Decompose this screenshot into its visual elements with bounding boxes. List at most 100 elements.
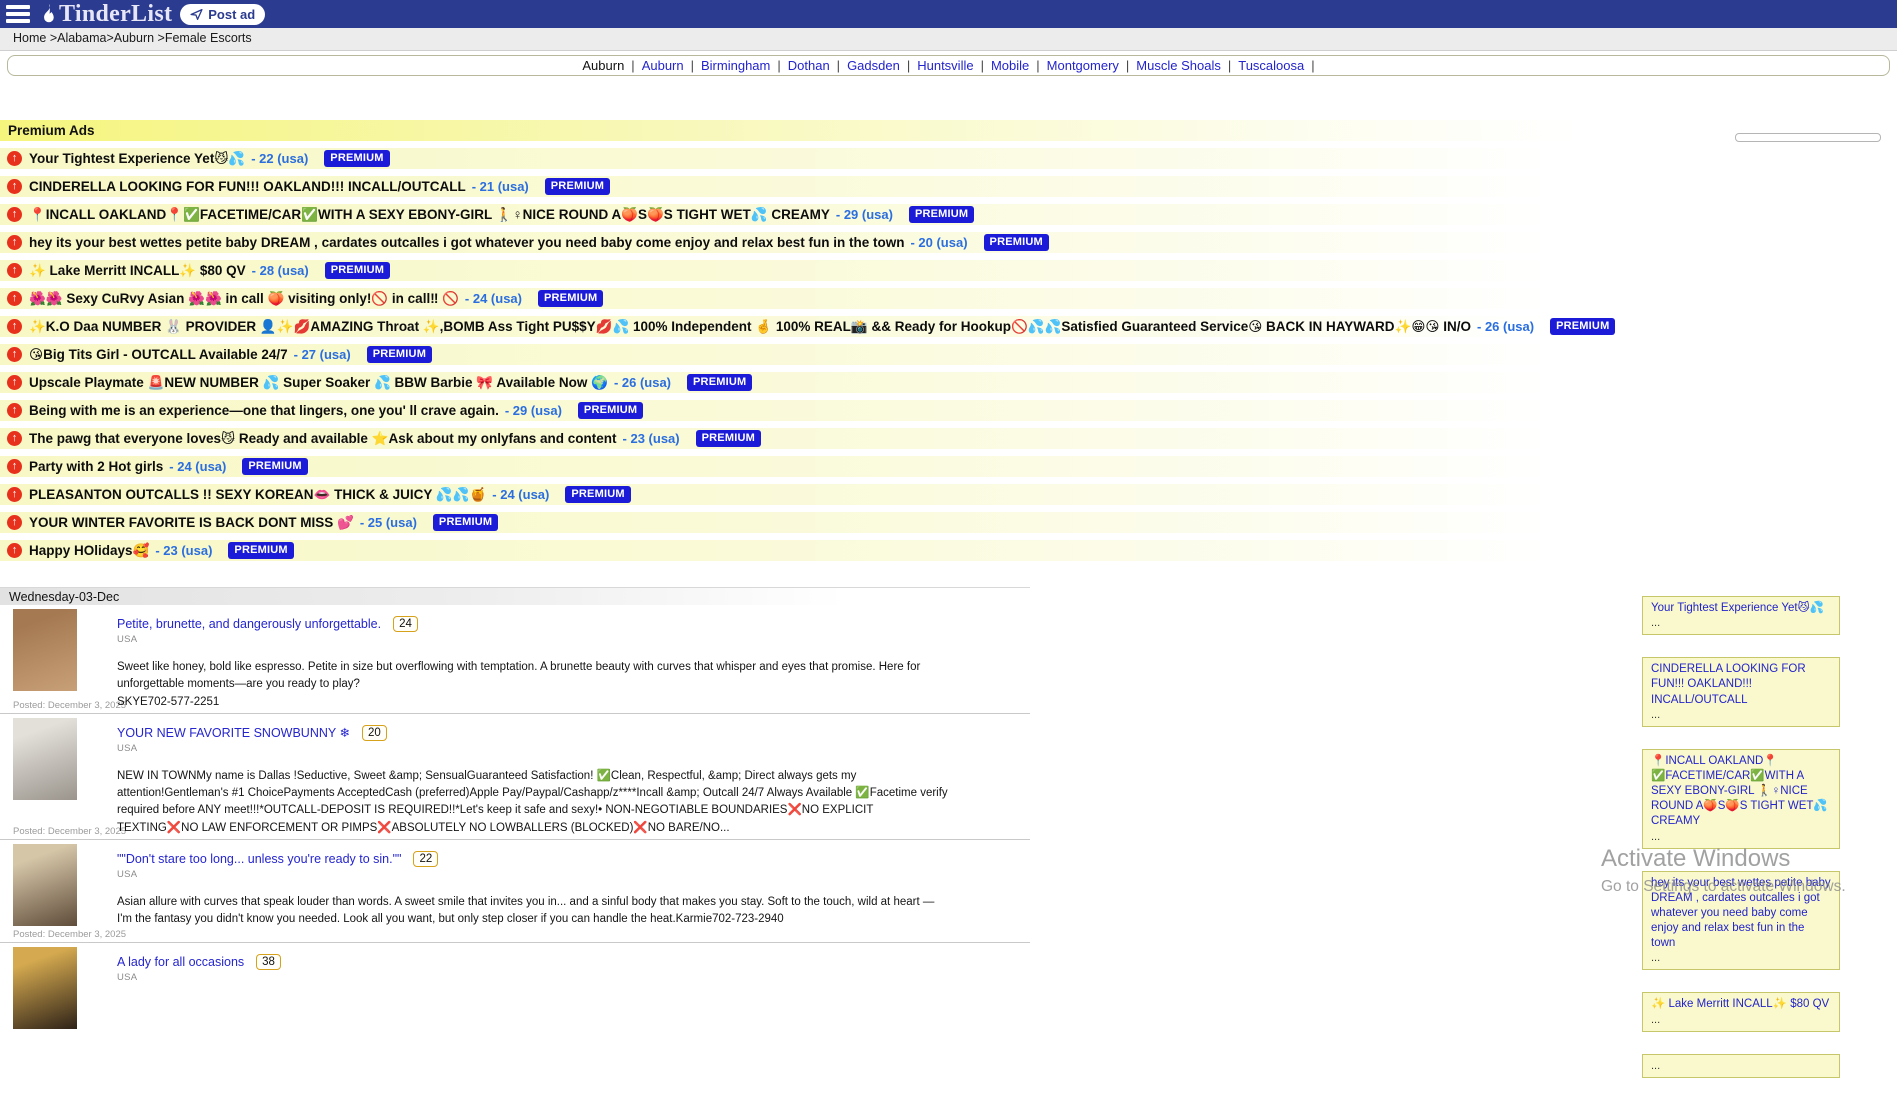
- premium-badge: PREMIUM: [228, 542, 293, 559]
- up-arrow-icon: ↑: [7, 375, 22, 390]
- premium-badge: PREMIUM: [324, 150, 389, 167]
- listing-thumbnail[interactable]: [13, 844, 77, 926]
- sidebar-ad-box[interactable]: ...: [1642, 1054, 1840, 1078]
- premium-ad-title[interactable]: 🌺🌺 Sexy CuRvy Asian 🌺🌺 in call 🍑 visitin…: [29, 291, 459, 307]
- sidebar-ad-link[interactable]: Your Tightest Experience Yet😼💦: [1651, 601, 1831, 616]
- listing-thumbnail[interactable]: [13, 718, 77, 800]
- post-ad-button[interactable]: Post ad: [180, 4, 265, 25]
- sidebar-ad-box[interactable]: Your Tightest Experience Yet😼💦 ...: [1642, 596, 1840, 635]
- premium-badge: PREMIUM: [909, 206, 974, 223]
- premium-ad-title[interactable]: Your Tightest Experience Yet😼💦: [29, 151, 245, 167]
- sidebar-ad-box[interactable]: CINDERELLA LOOKING FOR FUN!!! OAKLAND!!!…: [1642, 657, 1840, 727]
- listing-thumbnail[interactable]: [13, 947, 77, 1029]
- listing-title-link[interactable]: ""Don't stare too long... unless you're …: [117, 852, 401, 866]
- ad-placeholder-box[interactable]: [1735, 133, 1881, 142]
- premium-ad-title[interactable]: ✨ Lake Merritt INCALL✨ $80 QV: [29, 263, 246, 279]
- age-badge: 38: [256, 954, 281, 970]
- brand-name: TinderList: [59, 2, 172, 26]
- premium-ad-row[interactable]: ↑ The pawg that everyone loves😼 Ready an…: [0, 428, 1645, 449]
- premium-ad-row[interactable]: ↑ PLEASANTON OUTCALLS !! SEXY KOREAN👄 TH…: [0, 484, 1645, 505]
- premium-ad-title[interactable]: CINDERELLA LOOKING FOR FUN!!! OAKLAND!!!…: [29, 179, 466, 194]
- premium-ad-age: - 24 (usa): [465, 291, 522, 306]
- listing-title-link[interactable]: A lady for all occasions: [117, 955, 244, 969]
- city-link[interactable]: Tuscaloosa: [1238, 58, 1304, 73]
- premium-ad-age: - 26 (usa): [1477, 319, 1534, 334]
- premium-badge: PREMIUM: [242, 458, 307, 475]
- premium-badge: PREMIUM: [367, 346, 432, 363]
- premium-ad-row[interactable]: ↑ ✨ Lake Merritt INCALL✨ $80 QV - 28 (us…: [0, 260, 1645, 281]
- premium-ad-title[interactable]: Being with me is an experience—one that …: [29, 403, 499, 418]
- up-arrow-icon: ↑: [7, 151, 22, 166]
- premium-ad-row[interactable]: ↑ Party with 2 Hot girls - 24 (usa) PREM…: [0, 456, 1645, 477]
- premium-badge: PREMIUM: [565, 486, 630, 503]
- city-separator: |: [1036, 58, 1039, 73]
- premium-ad-title[interactable]: Party with 2 Hot girls: [29, 459, 163, 474]
- breadcrumb[interactable]: Home >Alabama>Auburn >Female Escorts: [0, 28, 1897, 51]
- sidebar-ad-box[interactable]: 📍INCALL OAKLAND📍✅FACETIME/CAR✅WITH A SEX…: [1642, 749, 1840, 849]
- city-link[interactable]: Birmingham: [701, 58, 770, 73]
- up-arrow-icon: ↑: [7, 487, 22, 502]
- listing-thumbnail[interactable]: [13, 609, 77, 691]
- sidebar-ad-box[interactable]: hey its your best wettes petite baby DRE…: [1642, 871, 1840, 971]
- city-separator: |: [777, 58, 780, 73]
- brand-logo[interactable]: TinderList: [39, 2, 172, 26]
- sidebar-ad-box[interactable]: ✨ Lake Merritt INCALL✨ $80 QV ...: [1642, 992, 1840, 1031]
- listing-description: Sweet like honey, bold like espresso. Pe…: [117, 659, 949, 711]
- premium-ad-title[interactable]: 😘Big Tits Girl - OUTCALL Available 24/7: [29, 347, 288, 363]
- premium-ad-row[interactable]: ↑ ✨K.O Daa NUMBER 🐰 PROVIDER 👤✨💋AMAZING …: [0, 316, 1645, 337]
- premium-ad-row[interactable]: ↑ 📍INCALL OAKLAND📍✅FACETIME/CAR✅WITH A S…: [0, 204, 1645, 225]
- premium-ad-title[interactable]: ✨K.O Daa NUMBER 🐰 PROVIDER 👤✨💋AMAZING Th…: [29, 319, 1471, 335]
- sidebar-ad-ellipsis: ...: [1651, 1013, 1831, 1029]
- premium-ad-title[interactable]: Happy HOlidays🥰: [29, 543, 149, 559]
- city-link[interactable]: Muscle Shoals: [1136, 58, 1221, 73]
- premium-ad-row[interactable]: ↑ YOUR WINTER FAVORITE IS BACK DONT MISS…: [0, 512, 1645, 533]
- city-link[interactable]: Huntsville: [917, 58, 973, 73]
- premium-ad-title[interactable]: Upscale Playmate 🚨NEW NUMBER 💦 Super Soa…: [29, 375, 608, 391]
- city-link[interactable]: Auburn: [642, 58, 684, 73]
- city-link[interactable]: Dothan: [788, 58, 830, 73]
- premium-badge: PREMIUM: [545, 178, 610, 195]
- premium-ad-row[interactable]: ↑ Upscale Playmate 🚨NEW NUMBER 💦 Super S…: [0, 372, 1645, 393]
- listing-title-link[interactable]: YOUR NEW FAVORITE SNOWBUNNY ❄: [117, 725, 350, 740]
- premium-ad-row[interactable]: ↑ CINDERELLA LOOKING FOR FUN!!! OAKLAND!…: [0, 176, 1645, 197]
- city-separator: |: [1228, 58, 1231, 73]
- listing-item: Posted: December 3, 2025 ""Don't stare t…: [0, 839, 1030, 942]
- sidebar-ad-link[interactable]: CINDERELLA LOOKING FOR FUN!!! OAKLAND!!!…: [1651, 662, 1831, 708]
- paper-plane-icon: [190, 8, 203, 21]
- hamburger-menu-icon[interactable]: [5, 3, 31, 25]
- premium-ad-title[interactable]: The pawg that everyone loves😼 Ready and …: [29, 431, 617, 447]
- premium-badge: PREMIUM: [1550, 318, 1615, 335]
- premium-ad-row[interactable]: ↑ 😘Big Tits Girl - OUTCALL Available 24/…: [0, 344, 1645, 365]
- premium-ad-row[interactable]: ↑ Happy HOlidays🥰 - 23 (usa) PREMIUM: [0, 540, 1645, 561]
- premium-ads-section: Premium Ads ↑ Your Tightest Experience Y…: [0, 120, 1897, 561]
- premium-ad-title[interactable]: 📍INCALL OAKLAND📍✅FACETIME/CAR✅WITH A SEX…: [29, 207, 830, 223]
- listing-location: USA: [117, 972, 949, 983]
- premium-ad-row[interactable]: ↑ hey its your best wettes petite baby D…: [0, 232, 1645, 253]
- premium-ad-row[interactable]: ↑ Being with me is an experience—one tha…: [0, 400, 1645, 421]
- sidebar-ad-link[interactable]: 📍INCALL OAKLAND📍✅FACETIME/CAR✅WITH A SEX…: [1651, 754, 1831, 830]
- listing-main-column: ""Don't stare too long... unless you're …: [117, 844, 949, 940]
- listing-location: USA: [117, 743, 949, 754]
- flame-icon: [39, 3, 58, 25]
- city-link[interactable]: Mobile: [991, 58, 1029, 73]
- premium-ad-title[interactable]: PLEASANTON OUTCALLS !! SEXY KOREAN👄 THIC…: [29, 487, 486, 503]
- top-bar: TinderList Post ad: [0, 0, 1897, 28]
- city-link[interactable]: Gadsden: [847, 58, 900, 73]
- listings-section: Posted: December 3, 2025 Petite, brunett…: [0, 605, 1030, 1041]
- age-badge: 20: [362, 725, 387, 741]
- premium-ad-row[interactable]: ↑ 🌺🌺 Sexy CuRvy Asian 🌺🌺 in call 🍑 visit…: [0, 288, 1645, 309]
- premium-badge: PREMIUM: [984, 234, 1049, 251]
- premium-ad-title[interactable]: hey its your best wettes petite baby DRE…: [29, 235, 904, 250]
- premium-ad-row[interactable]: ↑ Your Tightest Experience Yet😼💦 - 22 (u…: [0, 148, 1645, 169]
- date-header: Wednesday-03-Dec: [0, 587, 1030, 605]
- listing-title-link[interactable]: Petite, brunette, and dangerously unforg…: [117, 617, 381, 631]
- premium-ad-age: - 28 (usa): [252, 263, 309, 278]
- premium-ad-title[interactable]: YOUR WINTER FAVORITE IS BACK DONT MISS 💕: [29, 515, 354, 531]
- city-link[interactable]: Montgomery: [1047, 58, 1119, 73]
- sidebar-ad-ellipsis: ...: [1651, 616, 1831, 632]
- sidebar-ad-link[interactable]: ✨ Lake Merritt INCALL✨ $80 QV: [1651, 997, 1831, 1012]
- premium-ad-age: - 23 (usa): [623, 431, 680, 446]
- premium-ads-heading: Premium Ads: [0, 120, 1645, 141]
- sidebar-ad-link[interactable]: hey its your best wettes petite baby DRE…: [1651, 876, 1831, 952]
- up-arrow-icon: ↑: [7, 347, 22, 362]
